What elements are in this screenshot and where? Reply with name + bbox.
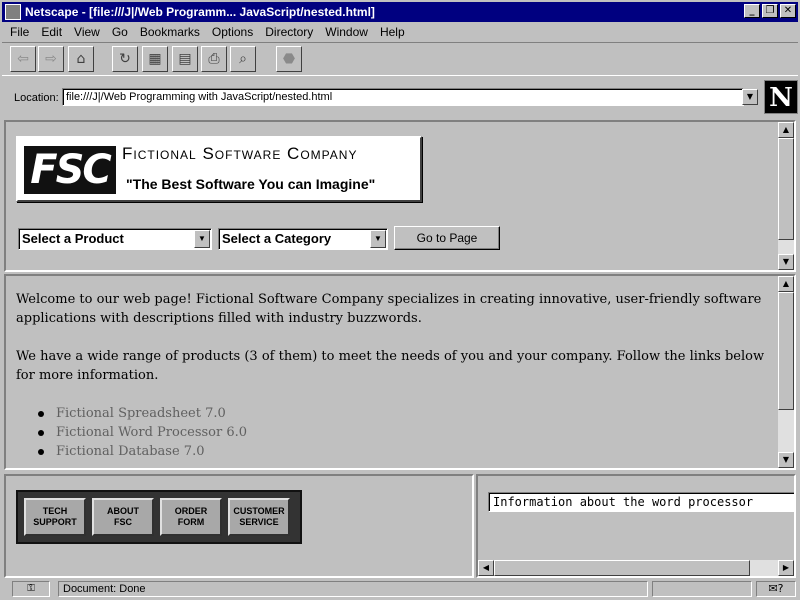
- scroll-thumb[interactable]: [494, 560, 750, 576]
- products-paragraph: We have a wide range of products (3 of t…: [16, 349, 765, 383]
- main-vscroll[interactable]: ▲ ▼: [778, 276, 794, 468]
- header-vscroll[interactable]: ▲ ▼: [778, 122, 794, 270]
- progress-indicator: [652, 581, 752, 597]
- welcome-paragraph: Welcome to our web page! Fictional Softw…: [16, 292, 762, 326]
- scroll-left-icon[interactable]: ◀: [478, 560, 494, 576]
- images-icon[interactable]: ▦: [142, 46, 168, 72]
- scroll-down-icon[interactable]: ▼: [778, 254, 794, 270]
- chevron-down-icon[interactable]: ▼: [194, 230, 210, 248]
- menu-go[interactable]: Go: [106, 25, 134, 39]
- stop-icon[interactable]: ⬣: [276, 46, 302, 72]
- customer-service-button[interactable]: CUSTOMER SERVICE: [228, 498, 290, 536]
- navigation-buttons: TECH SUPPORT ABOUT FSC ORDER FORM CUSTOM…: [16, 490, 302, 544]
- toolbar: ⇦ ⇨ ⌂ ↻ ▦ ▤ ⎙ ⌕ ⬣: [2, 42, 798, 76]
- frame-header: FSC Fictional Software Company "The Best…: [4, 120, 796, 272]
- print-icon[interactable]: ⎙: [201, 46, 227, 72]
- menu-bookmarks[interactable]: Bookmarks: [134, 25, 206, 39]
- home-icon[interactable]: ⌂: [68, 46, 94, 72]
- frame-main: Welcome to our web page! Fictional Softw…: [4, 274, 796, 470]
- scroll-up-icon[interactable]: ▲: [778, 122, 794, 138]
- security-key-icon[interactable]: ⚿: [12, 581, 50, 597]
- menu-view[interactable]: View: [68, 25, 106, 39]
- minimize-button[interactable]: _: [744, 4, 760, 18]
- menu-help[interactable]: Help: [374, 25, 411, 39]
- frame-navigation: TECH SUPPORT ABOUT FSC ORDER FORM CUSTOM…: [4, 474, 474, 578]
- menu-bar: File Edit View Go Bookmarks Options Dire…: [2, 23, 798, 41]
- open-icon[interactable]: ▤: [172, 46, 198, 72]
- order-form-button[interactable]: ORDER FORM: [160, 498, 222, 536]
- browser-window: Netscape - [file:///J|/Web Programm... J…: [0, 0, 800, 600]
- product-link-database[interactable]: Fictional Database 7.0: [38, 442, 768, 461]
- netscape-app-icon[interactable]: [5, 4, 21, 20]
- window-controls: _ ❐ ✕: [744, 4, 796, 18]
- close-button[interactable]: ✕: [780, 4, 796, 18]
- netscape-logo[interactable]: N: [764, 80, 798, 114]
- category-select[interactable]: Select a Category ▼: [218, 228, 388, 250]
- main-content: Welcome to our web page! Fictional Softw…: [16, 290, 768, 461]
- frame-info: Information about the word processor ◀ ▶: [476, 474, 796, 578]
- forward-icon[interactable]: ⇨: [38, 46, 64, 72]
- category-select-value: Select a Category: [222, 231, 332, 246]
- chevron-down-icon[interactable]: ▼: [370, 230, 386, 248]
- menu-edit[interactable]: Edit: [35, 25, 68, 39]
- window-title: Netscape - [file:///J|/Web Programm... J…: [25, 5, 375, 19]
- location-input[interactable]: file:///J|/Web Programming with JavaScri…: [62, 88, 744, 106]
- fsc-logo: FSC: [24, 146, 116, 194]
- info-hscroll[interactable]: ◀ ▶: [478, 560, 794, 576]
- location-label: Location:: [14, 92, 59, 104]
- menu-options[interactable]: Options: [206, 25, 259, 39]
- location-dropdown-icon[interactable]: ▼: [742, 89, 758, 105]
- info-textbox[interactable]: Information about the word processor: [488, 492, 794, 512]
- product-list: Fictional Spreadsheet 7.0 Fictional Word…: [38, 404, 768, 461]
- tech-support-button[interactable]: TECH SUPPORT: [24, 498, 86, 536]
- maximize-button[interactable]: ❐: [762, 4, 778, 18]
- find-icon[interactable]: ⌕: [230, 46, 256, 72]
- mail-icon[interactable]: ✉?: [756, 581, 796, 597]
- company-slogan: "The Best Software You can Imagine": [126, 176, 376, 192]
- menu-file[interactable]: File: [2, 25, 35, 39]
- product-link-word-processor[interactable]: Fictional Word Processor 6.0: [38, 423, 768, 442]
- about-fsc-button[interactable]: ABOUT FSC: [92, 498, 154, 536]
- reload-icon[interactable]: ↻: [112, 46, 138, 72]
- company-banner: FSC Fictional Software Company "The Best…: [16, 136, 422, 202]
- go-to-page-button[interactable]: Go to Page: [394, 226, 500, 250]
- status-text: Document: Done: [58, 581, 648, 597]
- location-bar: Location: file:///J|/Web Programming wit…: [2, 80, 798, 116]
- menu-window[interactable]: Window: [319, 25, 374, 39]
- scroll-up-icon[interactable]: ▲: [778, 276, 794, 292]
- scroll-down-icon[interactable]: ▼: [778, 452, 794, 468]
- company-name: Fictional Software Company: [122, 144, 358, 163]
- status-bar: ⚿ Document: Done ✉?: [2, 580, 798, 598]
- menu-directory[interactable]: Directory: [259, 25, 319, 39]
- product-select-value: Select a Product: [22, 231, 124, 246]
- scroll-thumb[interactable]: [778, 138, 794, 240]
- product-select[interactable]: Select a Product ▼: [18, 228, 212, 250]
- title-bar[interactable]: Netscape - [file:///J|/Web Programm... J…: [2, 2, 798, 22]
- product-link-spreadsheet[interactable]: Fictional Spreadsheet 7.0: [38, 404, 768, 423]
- back-icon[interactable]: ⇦: [10, 46, 36, 72]
- scroll-right-icon[interactable]: ▶: [778, 560, 794, 576]
- scroll-thumb[interactable]: [778, 292, 794, 410]
